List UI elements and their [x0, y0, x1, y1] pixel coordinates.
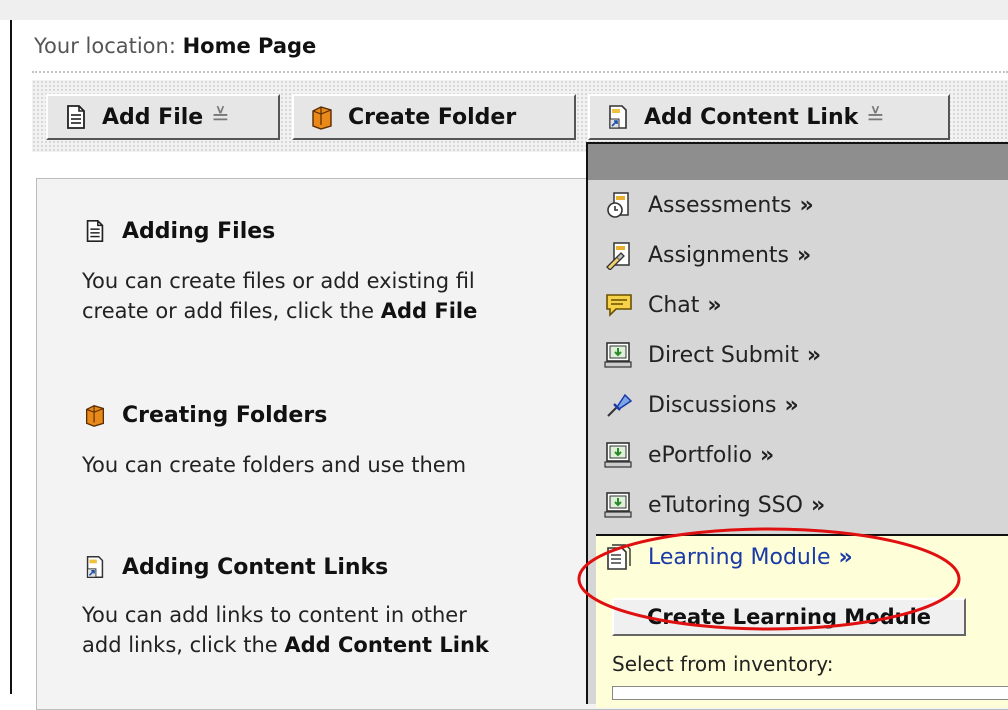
adding-links-line1: You can add links to content in other: [82, 603, 467, 627]
dropdown-arrow-icon: ≚: [211, 104, 230, 130]
content-link-icon: [604, 103, 632, 131]
content-link-icon: [82, 554, 108, 580]
adding-links-heading: Adding Content Links: [82, 554, 388, 580]
menu-item-label: Direct Submit: [648, 342, 799, 368]
adding-links-line2-bold: Add Content Link: [284, 633, 489, 657]
creating-folders-text: You can create folders and use them: [82, 450, 466, 480]
adding-files-line2-bold: Add File: [380, 299, 478, 323]
create-folder-label: Create Folder: [348, 104, 517, 130]
menu-item-label: Assessments: [648, 192, 792, 218]
create-learning-module-button[interactable]: Create Learning Module: [612, 598, 966, 636]
top-band: [0, 0, 1008, 20]
location-label: Your location:: [34, 34, 176, 58]
submenu-arrow-icon: »: [797, 242, 812, 268]
discussions-icon: [604, 390, 634, 420]
adding-links-line2: add links, click the Add Content Link: [82, 630, 489, 660]
menu-item-chat[interactable]: Chat »: [604, 284, 722, 326]
menu-item-learning-module[interactable]: Learning Module »: [604, 536, 853, 578]
assignments-icon: [604, 240, 634, 271]
creating-folders-line1: You can create folders and use them: [82, 453, 467, 477]
menu-item-label: Chat: [648, 292, 700, 318]
submenu-arrow-icon: »: [810, 492, 826, 518]
adding-files-line1: You can create files or add existing fil: [82, 269, 475, 293]
menu-item-label: Assignments: [648, 242, 789, 268]
file-icon: [62, 103, 90, 131]
breadcrumb: Your location: Home Page: [34, 34, 316, 58]
adding-links-text: You can add links to content in other ad…: [82, 600, 489, 660]
adding-links-title: Adding Content Links: [122, 554, 389, 580]
direct-submit-icon: [604, 340, 634, 370]
inventory-select[interactable]: [612, 686, 1008, 700]
chat-icon: [604, 290, 634, 320]
adding-files-line2-text: create or add files, click the: [82, 299, 381, 323]
dropdown-header: [588, 144, 1008, 180]
left-border: [10, 20, 12, 694]
add-content-link-button[interactable]: Add Content Link ≚: [588, 94, 950, 140]
submenu-arrow-icon: »: [838, 544, 853, 570]
eportfolio-icon: [604, 440, 634, 470]
creating-folders-heading: Creating Folders: [82, 402, 327, 428]
menu-item-direct-submit[interactable]: Direct Submit »: [604, 334, 821, 376]
learning-module-label: Learning Module: [648, 544, 831, 570]
submenu-arrow-icon: »: [784, 392, 799, 418]
adding-files-text: You can create files or add existing fil…: [82, 266, 477, 326]
submenu-arrow-icon: »: [760, 442, 775, 468]
dropdown-arrow-icon: ≚: [866, 104, 885, 130]
folder-icon: [308, 103, 336, 131]
select-inventory-label: Select from inventory:: [612, 652, 834, 676]
menu-item-assessments[interactable]: Assessments »: [604, 184, 814, 226]
dotted-divider: [32, 71, 1008, 73]
file-icon: [82, 218, 108, 244]
menu-item-label: Discussions: [648, 392, 777, 418]
add-file-button[interactable]: Add File ≚: [46, 94, 280, 140]
menu-item-eportfolio[interactable]: ePortfolio »: [604, 434, 774, 476]
add-file-label: Add File: [102, 104, 204, 130]
add-content-link-label: Add Content Link: [644, 104, 859, 130]
adding-files-title: Adding Files: [122, 218, 276, 244]
menu-item-label: eTutoring SSO: [648, 492, 803, 518]
adding-links-line2-text: add links, click the: [82, 633, 285, 657]
adding-files-heading: Adding Files: [82, 218, 275, 244]
assessments-icon: [604, 190, 634, 220]
submenu-arrow-icon: »: [707, 292, 722, 318]
folder-icon: [82, 402, 108, 428]
etutoring-icon: [604, 490, 634, 520]
creating-folders-title: Creating Folders: [122, 402, 328, 428]
create-folder-button[interactable]: Create Folder: [292, 94, 576, 140]
learning-module-icon: [604, 542, 634, 572]
submenu-arrow-icon: »: [799, 192, 814, 218]
adding-files-line2: create or add files, click the Add File: [82, 296, 477, 326]
menu-item-label: ePortfolio: [648, 442, 753, 468]
location-page: Home Page: [182, 34, 317, 58]
submenu-arrow-icon: »: [806, 342, 822, 368]
menu-item-discussions[interactable]: Discussions »: [604, 384, 799, 426]
menu-item-assignments[interactable]: Assignments »: [604, 234, 811, 276]
menu-item-etutoring-sso[interactable]: eTutoring SSO »: [604, 484, 825, 526]
